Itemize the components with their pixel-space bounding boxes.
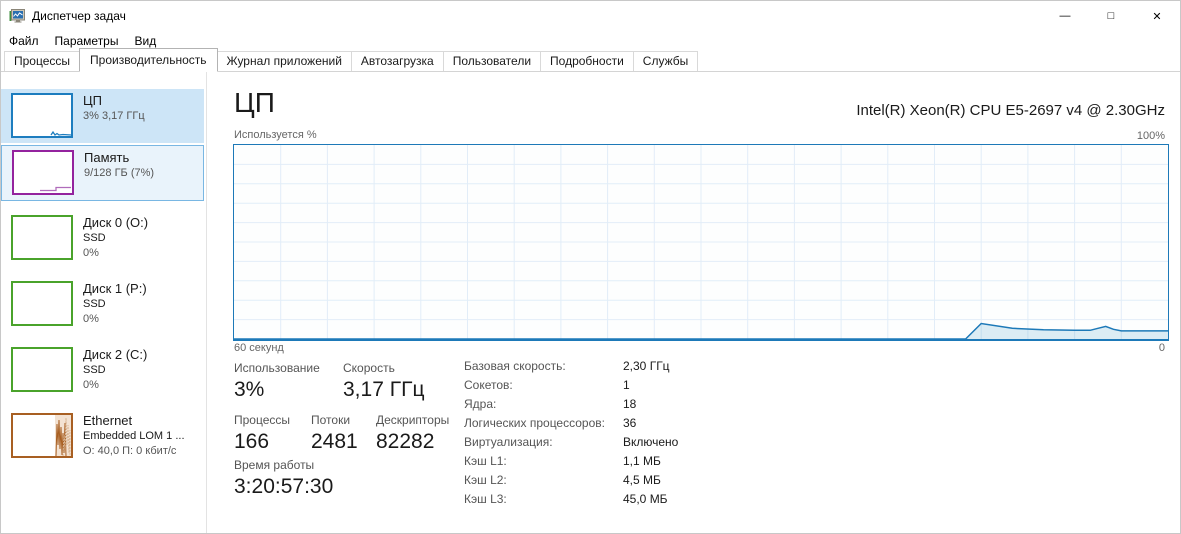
spec-value: 1 (623, 378, 630, 392)
threads-label: Потоки (311, 413, 351, 427)
graph-xlabel-left: 60 секунд (234, 342, 284, 354)
sidebar-item-disk2[interactable]: Диск 2 (C:) SSD 0% (1, 343, 204, 397)
menu-options[interactable]: Параметры (47, 32, 127, 50)
sidebar-disk1-type: SSD (83, 298, 106, 310)
minimize-button[interactable]: — (1042, 1, 1088, 31)
disk0-mini-graph (11, 215, 73, 260)
sidebar-disk2-usage: 0% (83, 379, 99, 391)
uptime-value: 3:20:57:30 (234, 475, 334, 498)
title-bar: Диспетчер задач — □ ✕ (1, 1, 1180, 31)
sidebar-cpu-stats: 3% 3,17 ГГц (83, 110, 145, 122)
maximize-button[interactable]: □ (1088, 1, 1134, 31)
disk2-mini-graph (11, 347, 73, 392)
spec-label: Базовая скорость: (464, 359, 566, 373)
cpu-model-name: Intel(R) Xeon(R) CPU E5-2697 v4 @ 2.30GH… (856, 102, 1165, 119)
sidebar-ethernet-title: Ethernet (83, 413, 133, 428)
sidebar-memory-stats: 9/128 ГБ (7%) (84, 167, 155, 179)
spec-label: Виртуализация: (464, 435, 553, 449)
sidebar-divider (206, 72, 207, 533)
sidebar-disk1-title: Диск 1 (P:) (83, 281, 147, 296)
tab-services[interactable]: Службы (632, 51, 699, 71)
task-manager-window: Диспетчер задач — □ ✕ Файл Параметры Вид… (0, 0, 1181, 534)
menu-view[interactable]: Вид (126, 32, 164, 50)
spec-value: 18 (623, 397, 637, 411)
spec-value: 45,0 МБ (623, 492, 668, 506)
sidebar-memory-title: Память (84, 150, 130, 165)
spec-label: Логических процессоров: (464, 416, 605, 430)
handles-label: Дескрипторы (376, 413, 450, 427)
spec-label: Кэш L3: (464, 492, 507, 506)
task-manager-icon (9, 9, 25, 23)
sidebar-item-disk0[interactable]: Диск 0 (O:) SSD 0% (1, 211, 204, 265)
ethernet-mini-graph (11, 413, 73, 458)
processes-label: Процессы (234, 413, 291, 427)
speed-label: Скорость (343, 361, 395, 375)
graph-ylabel: Используется % (234, 129, 317, 141)
utilization-value: 3% (234, 378, 265, 401)
sidebar-item-ethernet[interactable]: Ethernet Embedded LOM 1 ... О: 40,0 П: 0… (1, 409, 204, 465)
uptime-label: Время работы (234, 458, 315, 472)
speed-value: 3,17 ГГц (343, 378, 425, 401)
sidebar-disk1-usage: 0% (83, 313, 99, 325)
tab-users[interactable]: Пользователи (442, 51, 542, 71)
cpu-spec-table: Базовая скорость: 2,30 ГГц Сокетов: 1 Ядра… (464, 359, 678, 511)
processes-value: 166 (234, 430, 270, 453)
graph-ymax-label: 100% (1136, 130, 1165, 142)
sidebar-disk2-type: SSD (83, 364, 106, 376)
spec-label: Кэш L2: (464, 473, 507, 487)
spec-value: 36 (623, 416, 637, 430)
sidebar-disk0-title: Диск 0 (O:) (83, 215, 149, 230)
spec-value: 4,5 МБ (623, 473, 661, 487)
cpu-mini-graph (11, 93, 73, 138)
tab-processes[interactable]: Процессы (4, 51, 81, 71)
utilization-label: Использование (234, 361, 320, 375)
spec-value: 2,30 ГГц (623, 359, 670, 373)
threads-value: 2481 (311, 430, 358, 453)
sidebar-item-cpu[interactable]: ЦП 3% 3,17 ГГц (1, 89, 204, 143)
spec-value: 1,1 МБ (623, 454, 661, 468)
menu-file[interactable]: Файл (1, 32, 47, 50)
tab-startup[interactable]: Автозагрузка (350, 51, 444, 71)
tab-details[interactable]: Подробности (540, 51, 634, 71)
tab-performance[interactable]: Производительность (79, 48, 218, 72)
cpu-usage-graph[interactable] (233, 144, 1169, 341)
page-title: ЦП (234, 87, 275, 118)
disk1-mini-graph (11, 281, 73, 326)
sidebar-cpu-title: ЦП (83, 93, 102, 108)
sidebar-item-memory[interactable]: Память 9/128 ГБ (7%) (1, 145, 204, 201)
sidebar-disk2-title: Диск 2 (C:) (83, 347, 148, 362)
graph-xlabel-right: 0 (1158, 342, 1165, 354)
spec-label: Ядра: (464, 397, 497, 411)
close-button[interactable]: ✕ (1134, 1, 1180, 31)
sidebar-ethernet-throughput: О: 40,0 П: 0 кбит/с (83, 445, 177, 457)
memory-mini-graph (12, 150, 74, 195)
sidebar-disk0-usage: 0% (83, 247, 99, 259)
window-controls: — □ ✕ (1042, 1, 1180, 31)
sidebar-ethernet-adapter: Embedded LOM 1 ... (83, 430, 185, 442)
spec-label: Сокетов: (464, 378, 513, 392)
tab-app-history[interactable]: Журнал приложений (216, 51, 352, 71)
window-title: Диспетчер задач (32, 9, 126, 23)
sidebar-disk0-type: SSD (83, 232, 106, 244)
handles-value: 82282 (376, 430, 435, 453)
performance-sidebar: ЦП 3% 3,17 ГГц Память 9/128 ГБ (7%) Диск… (1, 72, 206, 533)
spec-label: Кэш L1: (464, 454, 507, 468)
sidebar-item-disk1[interactable]: Диск 1 (P:) SSD 0% (1, 277, 204, 331)
tab-strip: Процессы Производительность Журнал прило… (1, 48, 1180, 72)
spec-value: Включено (623, 435, 679, 449)
